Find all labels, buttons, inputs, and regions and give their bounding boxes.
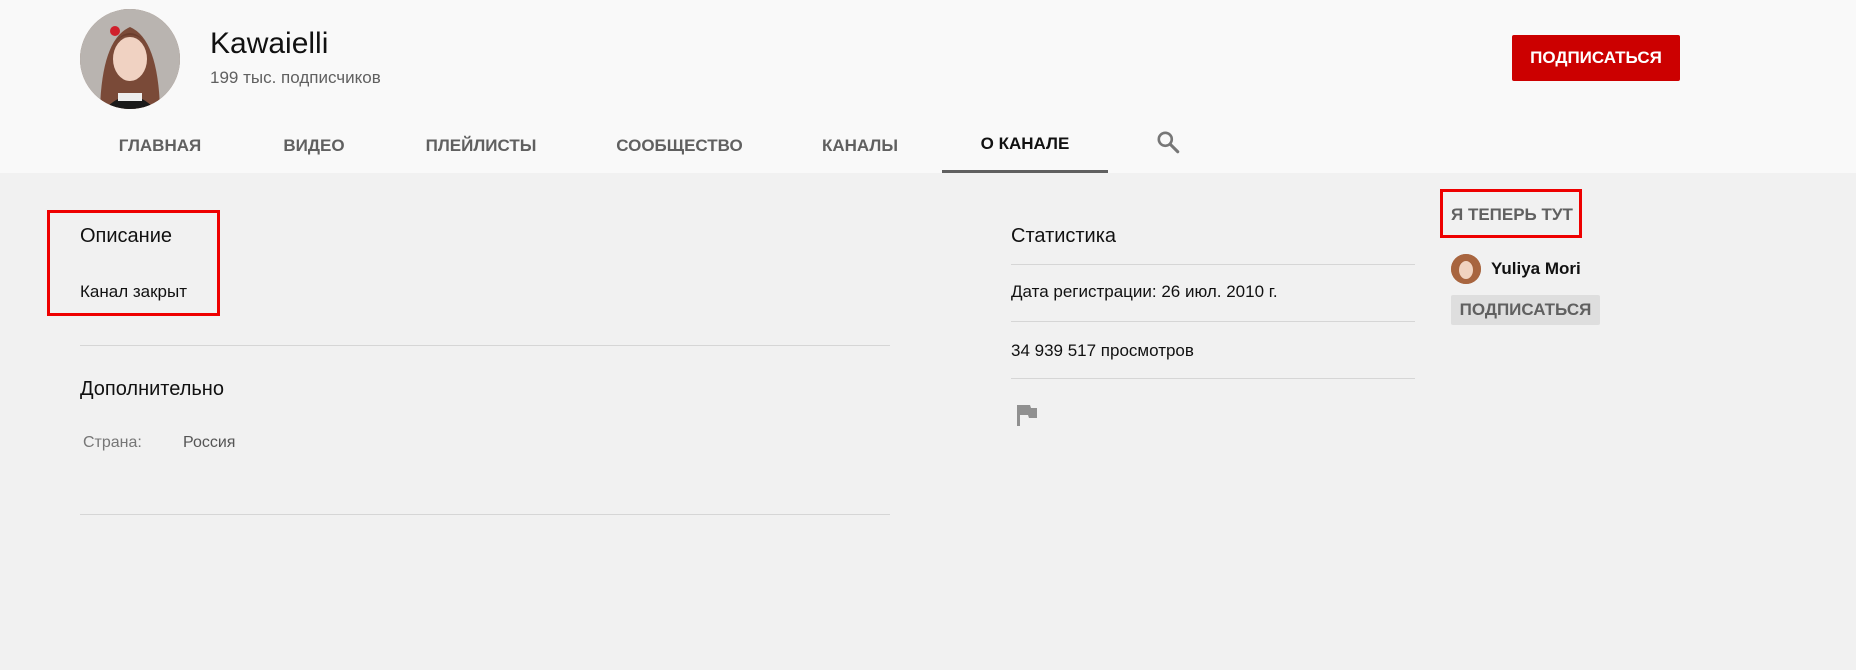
featured-subscribe-button[interactable]: ПОДПИСАТЬСЯ bbox=[1451, 295, 1600, 325]
view-count: 34 939 517 просмотров bbox=[1011, 341, 1194, 360]
featured-title: Я ТЕПЕРЬ ТУТ bbox=[1451, 205, 1573, 224]
description-title: Описание bbox=[80, 225, 173, 247]
divider bbox=[1011, 378, 1415, 379]
tab-playlists[interactable]: ПЛЕЙЛИСТЫ bbox=[410, 118, 552, 173]
description-text: Канал закрыт bbox=[80, 282, 187, 301]
tab-about[interactable]: О КАНАЛЕ bbox=[942, 118, 1108, 173]
channel-tabs: ГЛАВНАЯ ВИДЕО ПЛЕЙЛИСТЫ СООБЩЕСТВО КАНАЛ… bbox=[0, 118, 1856, 173]
featured-channel-name[interactable]: Yuliya Mori bbox=[1491, 259, 1581, 279]
subscribe-button[interactable]: ПОДПИСАТЬСЯ bbox=[1512, 35, 1680, 81]
divider bbox=[1011, 321, 1415, 322]
joined-date: Дата регистрации: 26 июл. 2010 г. bbox=[1011, 282, 1278, 301]
channel-name: Kawaielli bbox=[210, 27, 329, 60]
flag-icon[interactable] bbox=[1016, 403, 1038, 427]
channel-header: Kawaielli 199 тыс. подписчиков ПОДПИСАТЬ… bbox=[0, 0, 1856, 173]
details-title: Дополнительно bbox=[80, 378, 224, 400]
tab-home[interactable]: ГЛАВНАЯ bbox=[100, 118, 220, 173]
stats-title: Статистика bbox=[1011, 225, 1117, 247]
subscriber-count: 199 тыс. подписчиков bbox=[210, 68, 381, 87]
divider bbox=[80, 514, 890, 515]
divider bbox=[80, 345, 890, 346]
tab-channels[interactable]: КАНАЛЫ bbox=[800, 118, 920, 173]
country-label: Страна: bbox=[83, 434, 142, 451]
channel-avatar[interactable] bbox=[80, 9, 180, 109]
featured-channel-avatar[interactable] bbox=[1451, 254, 1481, 284]
tab-videos[interactable]: ВИДЕО bbox=[258, 118, 370, 173]
tab-community[interactable]: СООБЩЕСТВО bbox=[602, 118, 757, 173]
divider bbox=[1011, 264, 1415, 265]
country-value: Россия bbox=[183, 434, 236, 451]
search-icon[interactable] bbox=[1155, 129, 1181, 155]
